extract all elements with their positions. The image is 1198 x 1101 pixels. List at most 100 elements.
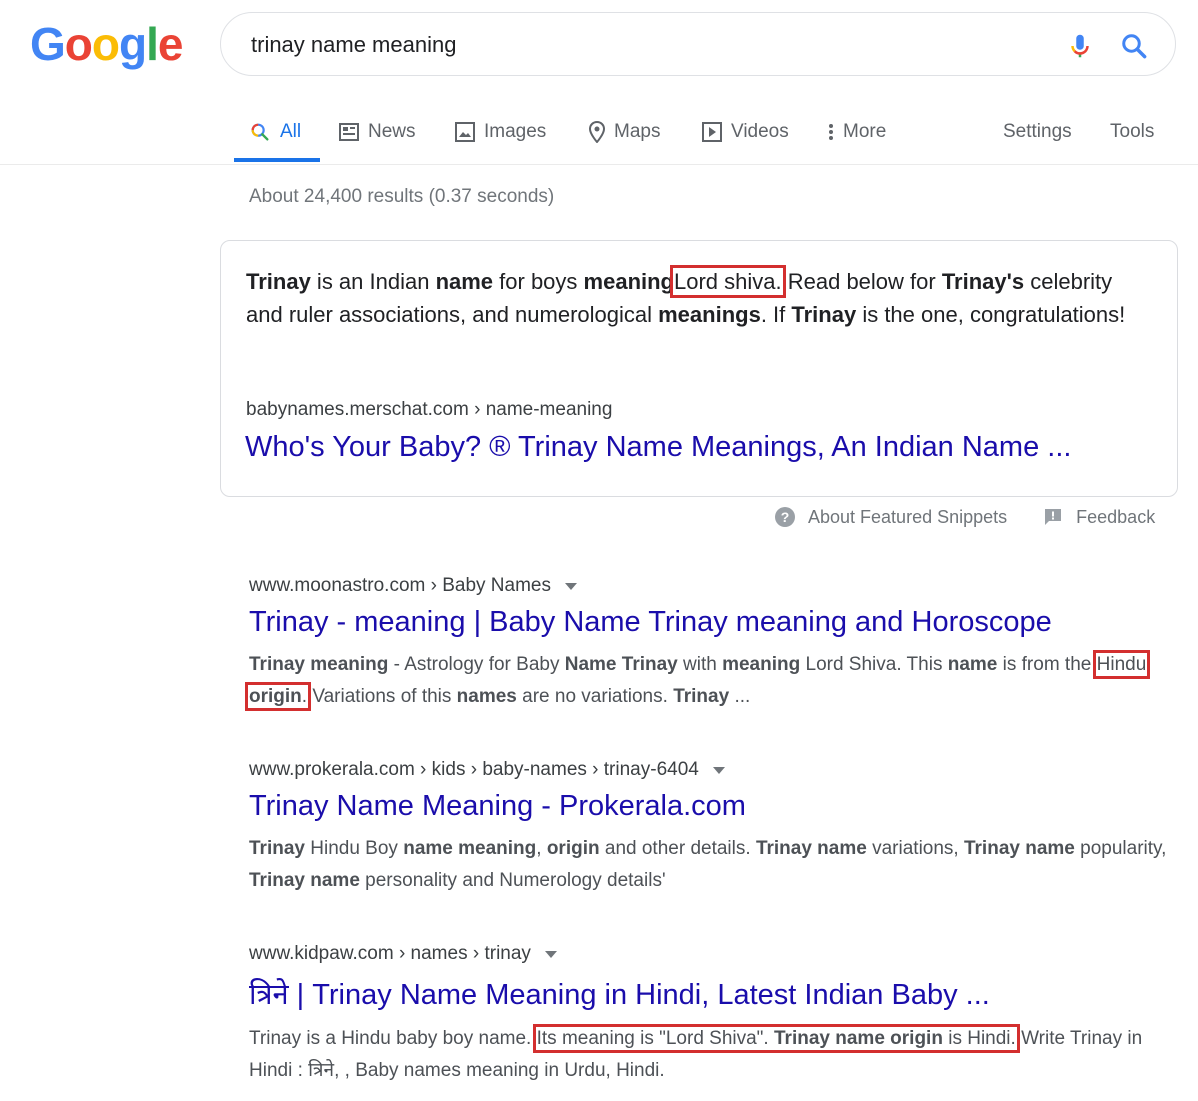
tab-label: Settings [1003, 121, 1072, 142]
snippet-span: for boys [493, 269, 584, 294]
result-title-link[interactable]: त्रिने | Trinay Name Meaning in Hindi, L… [249, 974, 1169, 1013]
search-icon[interactable] [1119, 31, 1149, 61]
desc-span: Hindu [1096, 654, 1147, 675]
result-title-link[interactable]: Trinay - meaning | Baby Name Trinay mean… [249, 606, 1169, 639]
desc-bold: Trinay [249, 838, 305, 859]
desc-span: Lord Shiva. This [800, 654, 948, 675]
tab-label: All [280, 121, 302, 142]
desc-bold: name [947, 654, 998, 675]
result-url[interactable]: www.moonastro.com › Baby Names [249, 573, 1169, 599]
snippet-url[interactable]: babynames.merschat.com › name-meaning [246, 399, 612, 421]
tab-label: Tools [1110, 121, 1155, 142]
desc-span: Variations of this [307, 686, 457, 707]
desc-bold: Trinay name [755, 838, 867, 859]
desc-span: - Astrology for Baby [388, 654, 565, 675]
dropdown-caret-icon[interactable] [544, 950, 557, 958]
search-result: www.prokerala.com › kids › baby-names › … [249, 757, 1169, 897]
desc-span: Trinay is a Hindu baby boy name. [249, 1028, 537, 1049]
tab-tools[interactable]: Tools [1110, 112, 1154, 152]
active-tab-indicator [234, 158, 320, 162]
image-icon [455, 122, 475, 142]
dropdown-caret-icon[interactable] [565, 582, 577, 590]
result-url-text: www.kidpaw.com › names › trinay [249, 943, 531, 964]
snippet-bold: Trinay [246, 269, 311, 294]
svg-text:?: ? [781, 509, 790, 525]
desc-span: is from the [997, 654, 1097, 675]
logo-letter: o [64, 18, 93, 70]
snippet-span: is the one, congratulations! [856, 302, 1126, 327]
dropdown-caret-icon[interactable] [712, 766, 725, 774]
result-title-link[interactable]: Trinay Name Meaning - Prokerala.com [249, 790, 1169, 823]
tab-videos[interactable]: Videos [702, 112, 789, 152]
result-stats: About 24,400 results (0.37 seconds) [249, 186, 555, 207]
snippet-bold: name [435, 269, 494, 294]
logo-letter: G [30, 18, 66, 70]
result-url-text: www.prokerala.com › kids › baby-names › … [249, 759, 699, 780]
desc-span: ... [729, 686, 751, 707]
desc-bold: Name Trinay [564, 654, 678, 675]
highlighted-meaning-origin: Its meaning is "Lord Shiva". Trinay name… [532, 1024, 1020, 1053]
desc-span: and other details. [599, 838, 756, 859]
logo-letter: o [91, 18, 120, 70]
logo-letter: e [157, 18, 184, 70]
snippet-footer: ? About Featured Snippets Feedback [774, 505, 1155, 529]
feedback-icon [1045, 509, 1062, 525]
result-url[interactable]: www.kidpaw.com › names › trinay [249, 941, 1169, 967]
snippet-span: Read below for [781, 269, 942, 294]
highlighted-meaning: Lord shiva. [670, 265, 786, 298]
desc-bold: Trinay meaning [249, 654, 389, 675]
tab-more[interactable]: More [828, 112, 886, 152]
desc-bold: origin [249, 686, 302, 707]
snippet-bold: Trinay [791, 302, 857, 327]
snippet-span: is an Indian [310, 269, 436, 294]
tab-images[interactable]: Images [455, 112, 546, 152]
feedback-label: Feedback [1076, 506, 1156, 527]
desc-bold: Trinay name [249, 870, 360, 891]
google-logo[interactable]: Google [30, 16, 184, 72]
result-url-text: www.moonastro.com › Baby Names [249, 575, 551, 596]
tab-all[interactable]: All [249, 112, 301, 152]
news-icon [339, 123, 359, 141]
more-vert-icon [829, 124, 833, 140]
video-icon [702, 122, 722, 142]
tabs-divider [0, 164, 1198, 165]
desc-bold: name meaning [403, 838, 537, 859]
tab-label: Videos [731, 121, 789, 142]
desc-bold: Trinay name [963, 838, 1075, 859]
desc-span: variations, [866, 838, 964, 859]
desc-span: popularity, [1074, 838, 1167, 859]
search-result: www.moonastro.com › Baby Names Trinay - … [244, 573, 1169, 713]
tab-news[interactable]: News [339, 112, 416, 152]
tab-settings[interactable]: Settings [1003, 112, 1072, 152]
snippet-bold: meanings [658, 302, 761, 327]
tab-label: Images [484, 121, 547, 142]
result-url[interactable]: www.prokerala.com › kids › baby-names › … [249, 757, 1169, 783]
desc-span: are no variations. [516, 686, 674, 707]
desc-bold: Trinay [673, 686, 730, 707]
search-input[interactable]: trinay name meaning [251, 13, 456, 77]
search-box[interactable]: trinay name meaning [220, 12, 1176, 76]
desc-bold: Trinay name origin [774, 1028, 943, 1049]
snippet-bold: meaning [583, 269, 674, 294]
tab-maps[interactable]: Maps [589, 112, 660, 152]
desc-span: is Hindi. [942, 1028, 1016, 1049]
feedback-link[interactable]: Feedback [1043, 507, 1155, 528]
snippet-span: . If [760, 302, 792, 327]
about-featured-snippets[interactable]: ? About Featured Snippets [774, 506, 1007, 528]
snippet-title-link[interactable]: Who's Your Baby? ® Trinay Name Meanings,… [245, 431, 1071, 464]
desc-span: with [677, 654, 723, 675]
about-label: About Featured Snippets [808, 506, 1008, 527]
snippet-text: Trinay is an Indian name for boys meanin… [246, 265, 1146, 331]
desc-span: Its meaning is "Lord Shiva". [536, 1028, 774, 1049]
logo-letter: g [119, 18, 147, 70]
microphone-icon[interactable] [1065, 31, 1095, 61]
desc-span: personality and Numerology details' [359, 870, 666, 891]
result-snippet: Trinay Hindu Boy name meaning, origin an… [249, 833, 1169, 897]
help-icon: ? [775, 507, 795, 527]
featured-snippet: Trinay is an Indian name for boys meanin… [220, 240, 1178, 497]
tab-label: News [368, 121, 416, 142]
desc-bold: names [456, 686, 517, 707]
desc-span: , [536, 838, 547, 859]
search-result: www.kidpaw.com › names › trinay त्रिने |… [249, 941, 1169, 1087]
result-snippet: Trinay meaning - Astrology for Baby Name… [244, 649, 1169, 713]
